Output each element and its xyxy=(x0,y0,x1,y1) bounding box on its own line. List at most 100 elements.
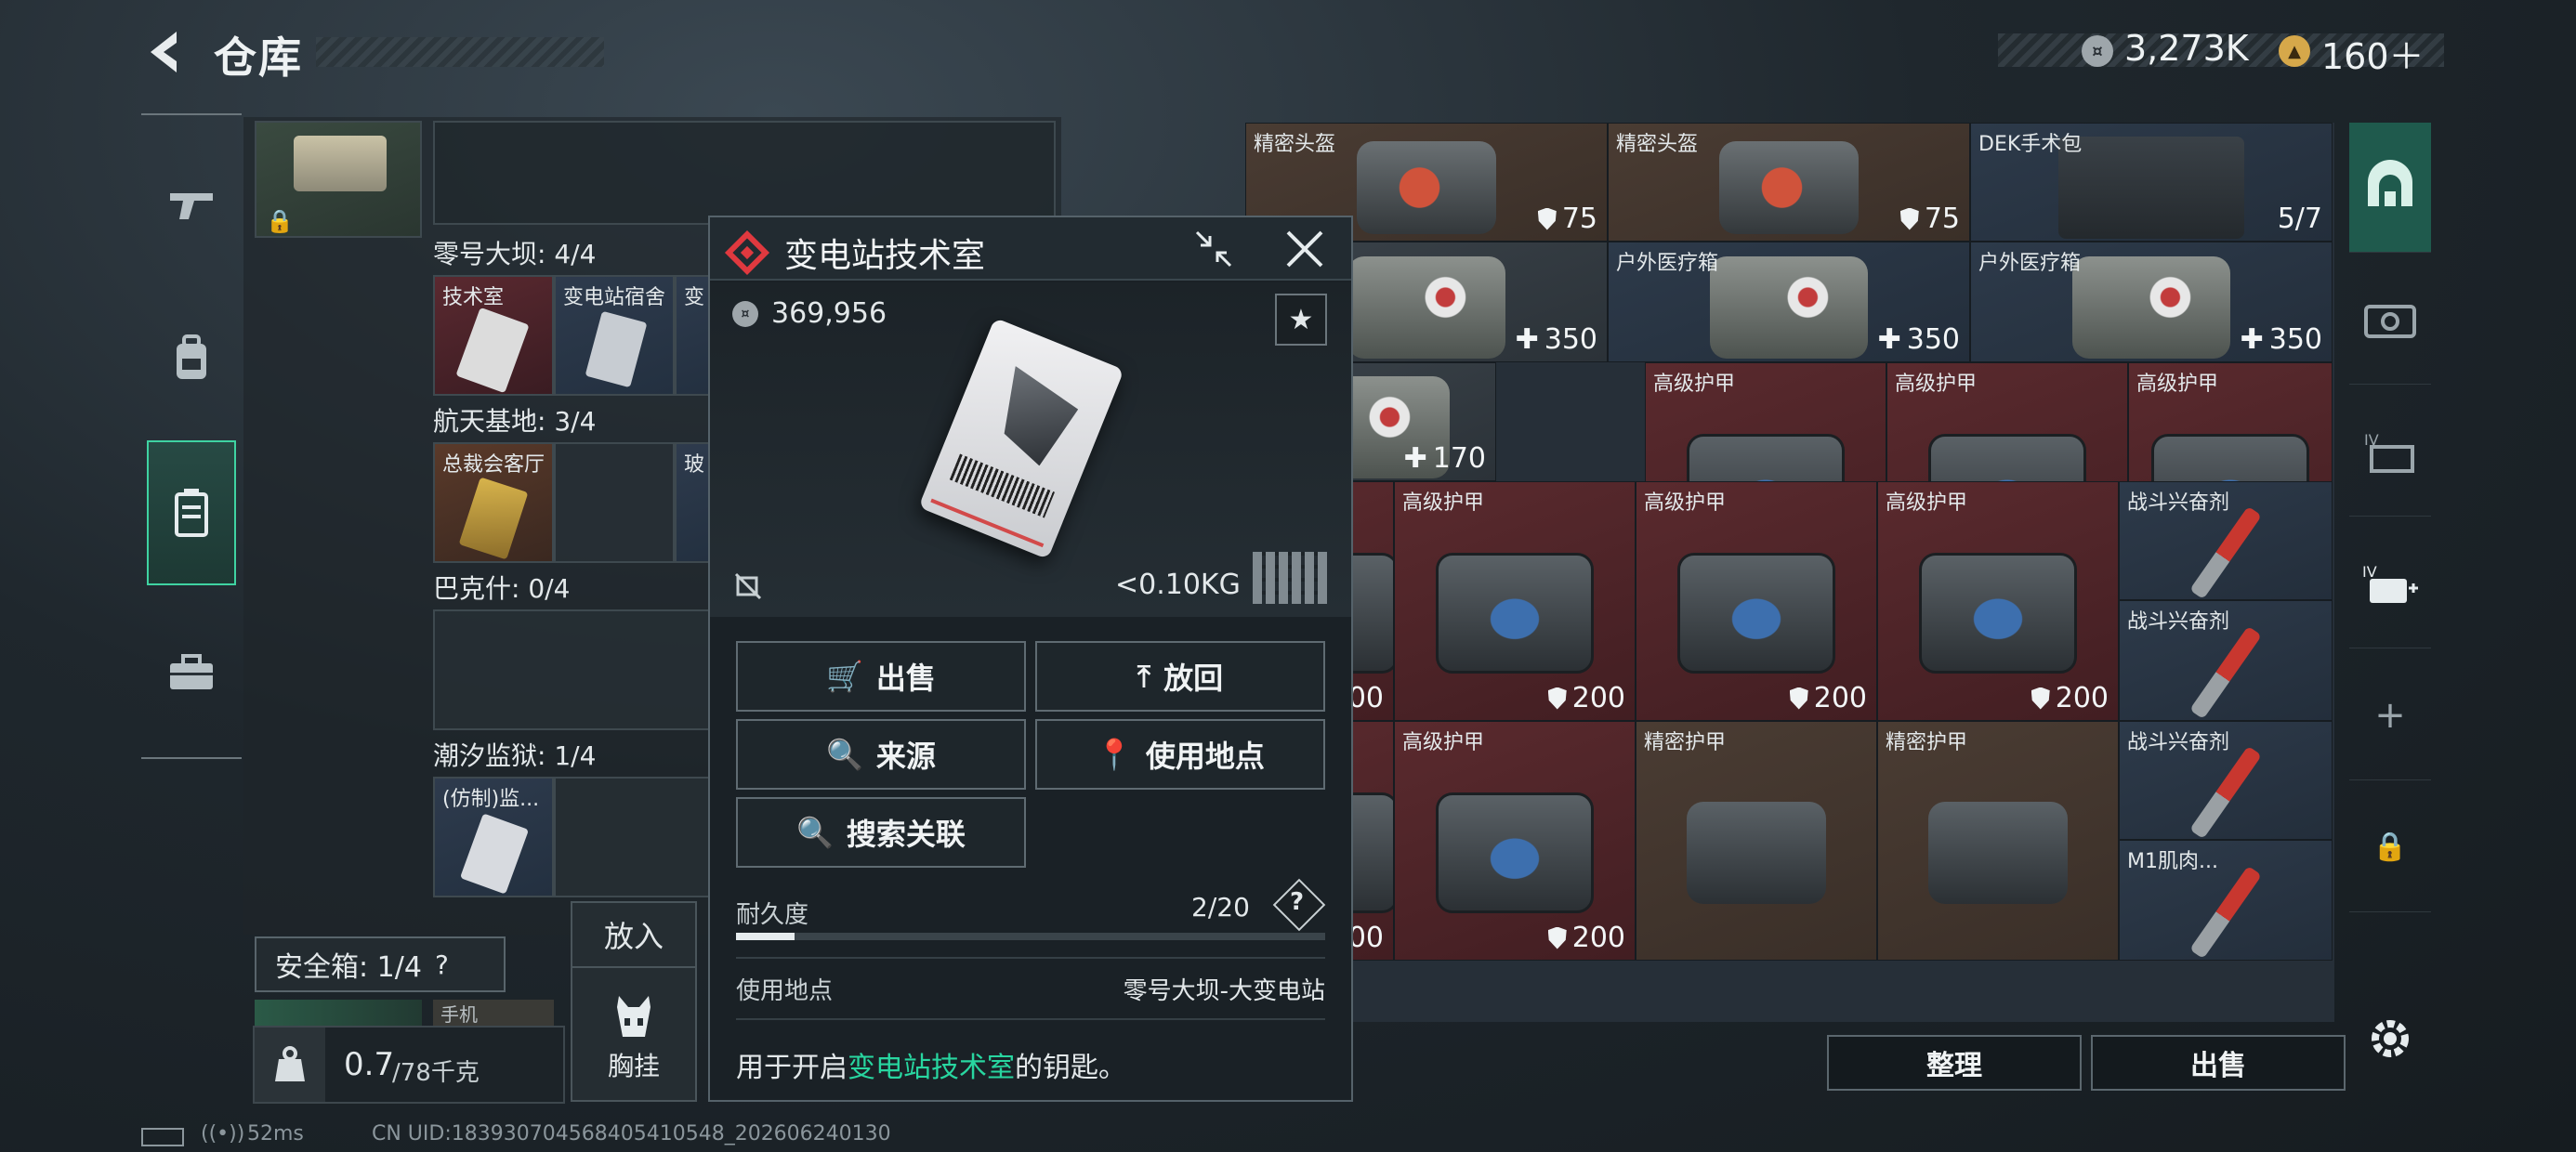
inventory-item[interactable]: 精密护甲 xyxy=(1636,721,1877,961)
collapse-icon[interactable] xyxy=(1193,229,1234,269)
help-icon[interactable]: ? xyxy=(435,949,449,980)
source-button[interactable]: 🔍 来源 xyxy=(736,719,1026,790)
sell-all-button[interactable]: 出售 xyxy=(2091,1035,2346,1091)
key-slot-space-2[interactable] xyxy=(554,442,675,563)
toolbox-icon xyxy=(170,654,213,689)
safehouse-tab[interactable] xyxy=(2349,123,2431,253)
inventory-item[interactable]: 高级护甲 200 xyxy=(1877,481,2119,721)
put-back-button[interactable]: ⤒ 放回 xyxy=(1035,641,1325,712)
use-location-button[interactable]: 📍 使用地点 xyxy=(1035,719,1325,790)
inventory-item[interactable]: 战斗兴奋剂 xyxy=(2119,600,2333,721)
durability-bar xyxy=(736,933,1325,940)
key-slot-row-bakesh[interactable] xyxy=(433,609,712,730)
item-value-text: 200 xyxy=(1571,922,1625,954)
settings-gear-icon[interactable] xyxy=(2368,1016,2412,1061)
key-slot-prison-2[interactable] xyxy=(554,777,712,897)
nav-backpack[interactable] xyxy=(147,303,236,414)
inventory-item[interactable]: 精密护甲 xyxy=(1877,721,2119,961)
plain-image xyxy=(1687,801,1826,904)
key-slot-top[interactable]: 🔒 xyxy=(255,121,422,238)
inventory-item[interactable]: 精密头盔 75 xyxy=(1608,123,1970,242)
storage-iv-tab[interactable]: IV xyxy=(2349,386,2431,517)
key-slot-prison-1[interactable]: (仿制)监... xyxy=(433,777,554,897)
sell-button[interactable]: 🛒 出售 xyxy=(736,641,1026,712)
nav-toolbox[interactable] xyxy=(147,617,236,728)
key-card-image xyxy=(918,317,1124,560)
favorite-star-icon[interactable]: ★ xyxy=(1275,294,1327,346)
desc-suffix: 的钥匙。 xyxy=(1015,1052,1126,1084)
key-slot-dam-3[interactable]: 变 xyxy=(675,275,712,396)
plus-icon: ✚ xyxy=(1403,442,1427,475)
currency-gold[interactable]: 160＋ xyxy=(2321,28,2425,79)
nav-containers[interactable] xyxy=(147,440,236,585)
helmet-image xyxy=(1719,141,1859,235)
safe-box-label: 安全箱: 1/4 xyxy=(275,951,422,984)
item-name: DEK手术包 xyxy=(1978,133,2083,156)
plain-image xyxy=(1928,801,2068,904)
safehouse-icon xyxy=(2368,159,2412,206)
stimulant-image xyxy=(2189,505,2262,599)
nav-weapons[interactable] xyxy=(147,149,236,260)
camera-tab[interactable] xyxy=(2349,255,2431,385)
item-name: 精密护甲 xyxy=(1886,731,1968,754)
item-value: 75 xyxy=(1537,203,1597,235)
item-value: 5/7 xyxy=(2278,203,2322,235)
source-label: 来源 xyxy=(875,739,936,774)
armor-image xyxy=(1436,792,1594,913)
currency-silver: 3,273K xyxy=(2124,28,2249,69)
help-icon[interactable]: ? xyxy=(1290,888,1304,916)
key-slot-space-1[interactable]: 总裁会客厅 xyxy=(433,442,554,563)
popup-header: 变电站技术室 xyxy=(710,217,1351,281)
weight-unit: /78千克 xyxy=(392,1059,480,1087)
back-arrow-icon[interactable] xyxy=(139,26,191,78)
armor-image xyxy=(1919,552,2077,674)
use-location-label: 使用地点 xyxy=(736,977,834,1005)
sell-label: 出售 xyxy=(875,661,936,696)
inventory-item[interactable]: 战斗兴奋剂 xyxy=(2119,481,2333,600)
lock-icon[interactable]: 🔒 xyxy=(2349,782,2431,912)
safe-box-tab[interactable]: 安全箱: 1/4 ? xyxy=(255,936,506,992)
sort-button[interactable]: 整理 xyxy=(1827,1035,2082,1091)
inventory-item[interactable]: 高级护甲 200 xyxy=(1394,721,1636,961)
item-value-text: 170 xyxy=(1432,442,1486,475)
silver-coin-icon: ¤ xyxy=(2082,35,2113,67)
item-value: 75 xyxy=(1899,203,1960,235)
ping: 52ms xyxy=(247,1122,304,1145)
slot-name: 变 xyxy=(684,286,705,309)
item-price: 369,956 xyxy=(771,297,887,330)
medical-iv-tab[interactable]: IV xyxy=(2349,518,2431,648)
shield-icon xyxy=(1899,207,1919,230)
item-value: 200 xyxy=(1547,922,1625,954)
item-name: 高级护甲 xyxy=(1402,731,1485,754)
inventory-item[interactable]: 高级护甲 200 xyxy=(1394,481,1636,721)
inventory-item[interactable]: M1肌肉... xyxy=(2119,840,2333,961)
desc-prefix: 用于开启 xyxy=(736,1052,848,1084)
popup-title: 变电站技术室 xyxy=(784,237,986,275)
item-value: ✚ 350 xyxy=(2241,323,2322,356)
item-value-text: 350 xyxy=(1544,323,1597,356)
key-slot-dam-1[interactable]: 技术室 xyxy=(433,275,554,396)
hand-slot[interactable]: 手机 xyxy=(433,1000,554,1028)
key-slot-space-3[interactable]: 玻 xyxy=(675,442,712,563)
item-name: 高级护甲 xyxy=(2136,373,2219,396)
slot-name: 变电站宿舍 xyxy=(563,286,666,309)
desc-highlight: 变电站技术室 xyxy=(848,1052,1015,1084)
put-in-panel[interactable]: 放入 胸挂 xyxy=(571,901,697,1102)
item-name: 户外医疗箱 xyxy=(1978,252,2082,275)
search-related-button[interactable]: 🔍 搜索关联 xyxy=(736,797,1026,868)
item-name: 战斗兴奋剂 xyxy=(2127,491,2230,515)
divider xyxy=(736,957,1325,959)
inventory-item[interactable]: DEK手术包 5/7 xyxy=(1970,123,2333,242)
inventory-item[interactable]: 户外医疗箱 ✚ 350 xyxy=(1970,242,2333,362)
close-icon[interactable] xyxy=(1282,227,1327,271)
plus-icon[interactable]: + xyxy=(2349,650,2431,780)
item-name: M1肌肉... xyxy=(2127,850,2218,873)
put-in-label[interactable]: 放入 xyxy=(572,903,695,968)
key-slot-dam-2[interactable]: 变电站宿舍 xyxy=(554,275,675,396)
item-value-text: 350 xyxy=(2268,323,2322,356)
inventory-item[interactable]: 户外医疗箱 ✚ 350 xyxy=(1608,242,1970,362)
inventory-item[interactable]: 战斗兴奋剂 xyxy=(2119,721,2333,840)
inventory-item[interactable]: 高级护甲 200 xyxy=(1636,481,1877,721)
section-label-prison: 潮汐监狱: 1/4 xyxy=(433,740,597,771)
item-description: 用于开启变电站技术室的钥匙。 xyxy=(736,1044,1126,1085)
